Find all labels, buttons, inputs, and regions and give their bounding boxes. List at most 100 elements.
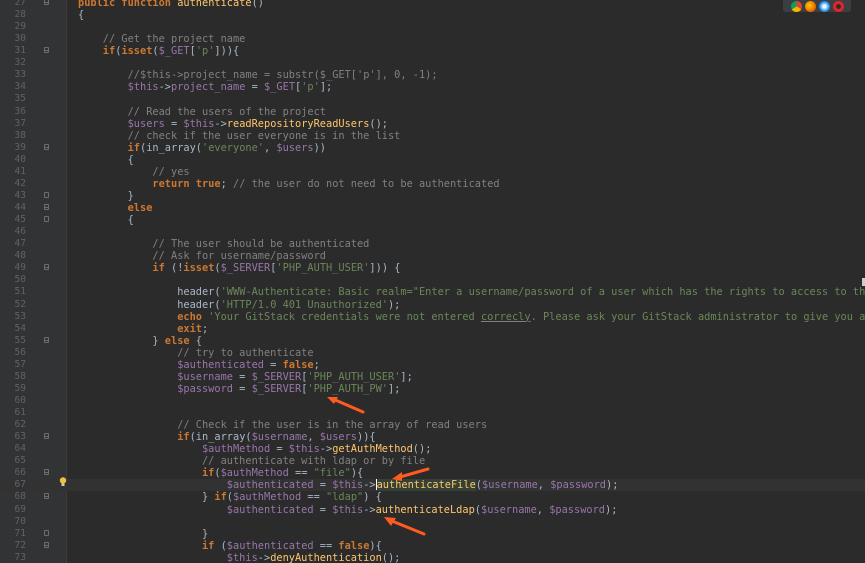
fold-toggle-icon[interactable] (44, 469, 49, 476)
code-token: $authenticated (78, 479, 314, 492)
code-line[interactable]: 62 // Check if the user is in the array … (0, 419, 865, 431)
fold-toggle-icon[interactable] (44, 493, 49, 500)
code-token: , (537, 479, 551, 492)
code-text: if($authMethod == "file"){ (78, 467, 363, 479)
code-line[interactable]: 52 header('HTTP/1.0 401 Unauthorized'); (0, 299, 865, 311)
code-editor[interactable]: 27 public function authenticate() 28 {29 30 … (0, 0, 865, 563)
safari-icon[interactable] (818, 0, 830, 12)
code-line[interactable]: 73 $this->denyAuthentication(); (0, 552, 865, 563)
code-token: $_GET (158, 45, 190, 58)
code-line[interactable]: 57 $authenticated = false; (0, 359, 865, 371)
code-line[interactable]: 31 if(isset($_GET['p'])){ (0, 45, 865, 57)
code-token: ($_GET['p'], 0, -1); (313, 69, 438, 82)
firefox-icon[interactable] (804, 0, 816, 12)
code-line[interactable]: 47 // The user should be authenticated (0, 238, 865, 250)
code-line[interactable]: 43 } (0, 190, 865, 202)
code-line[interactable]: 27 public function authenticate() (0, 0, 865, 9)
code-line[interactable]: 70 (0, 516, 865, 528)
fold-toggle-icon[interactable] (44, 191, 49, 198)
code-line[interactable]: 58 $username = $_SERVER['PHP_AUTH_USER']… (0, 371, 865, 383)
code-line[interactable]: 61 (0, 407, 865, 419)
code-line[interactable]: 72 if ($authenticated == false){ (0, 540, 865, 552)
code-line[interactable]: 35 (0, 93, 865, 105)
line-number: 56 (14, 346, 26, 358)
code-line[interactable]: 37 $users = $this->readRepositoryReadUse… (0, 118, 865, 130)
code-line[interactable]: 64 $authMethod = $this->getAuthMethod(); (0, 443, 865, 455)
code-line[interactable]: 50 (0, 274, 865, 286)
code-line[interactable]: 42 return true; // the user do not need … (0, 178, 865, 190)
code-token: $username (251, 431, 308, 444)
code-line[interactable]: 39 if(in_array('everyone', $users)) (0, 142, 865, 154)
code-line[interactable]: 65 // authenticate with ldap or by file (0, 455, 865, 467)
code-text: header('HTTP/1.0 401 Unauthorized'); (78, 299, 400, 311)
code-line[interactable]: 45 { (0, 214, 865, 226)
code-token: = (232, 382, 252, 395)
code-line[interactable]: 66 if($authMethod == "file"){ (0, 467, 865, 479)
lightbulb-icon[interactable] (59, 477, 67, 487)
code-text: $authMethod = $this->getAuthMethod(); (78, 443, 431, 455)
code-token: public function (78, 0, 178, 9)
code-token: false (282, 358, 314, 371)
code-token: ; (313, 358, 320, 371)
code-line[interactable]: 36 // Read the users of the project (0, 106, 865, 118)
code-token: } (78, 491, 215, 504)
code-token: $authenticated (226, 539, 314, 552)
fold-toggle-icon[interactable] (44, 216, 49, 223)
fold-toggle-icon[interactable] (44, 47, 49, 54)
fold-toggle-icon[interactable] (44, 204, 49, 211)
code-token: if (214, 491, 227, 504)
line-number: 37 (14, 117, 26, 129)
code-text: } (78, 190, 134, 202)
fold-toggle-icon[interactable] (44, 541, 49, 548)
fold-toggle-icon[interactable] (44, 143, 49, 150)
code-line[interactable]: 55 } else { (0, 335, 865, 347)
code-line[interactable]: 30 // Get the project name (0, 33, 865, 45)
code-line[interactable]: 53 echo 'Your GitStack credentials were … (0, 311, 865, 323)
code-line[interactable]: 33 //$this->project_name = substr($_GET[… (0, 69, 865, 81)
code-token: } (78, 189, 134, 202)
fold-toggle-icon[interactable] (44, 0, 49, 5)
code-line[interactable]: 32 (0, 57, 865, 69)
code-line[interactable]: 34 $this->project_name = $_GET['p']; (0, 81, 865, 93)
code-token: header( (78, 298, 221, 311)
code-text: echo 'Your GitStack credentials were not… (78, 311, 865, 323)
code-text: } if($authMethod == "ldap") { (78, 491, 382, 503)
fold-toggle-icon[interactable] (44, 336, 49, 343)
code-line[interactable]: 41 // yes (0, 166, 865, 178)
code-line[interactable]: 44 else (0, 202, 865, 214)
opera-icon[interactable] (832, 0, 844, 12)
code-line[interactable]: 54 exit; (0, 323, 865, 335)
line-number: 33 (14, 69, 26, 81)
code-line[interactable]: 40 { (0, 154, 865, 166)
code-token: = (245, 81, 265, 94)
code-line[interactable]: 29 (0, 21, 865, 33)
code-line[interactable]: 46 (0, 226, 865, 238)
code-line[interactable]: 60 (0, 395, 865, 407)
code-line[interactable]: 67 $authenticated = $this->authenticateF… (0, 479, 865, 492)
code-text: { (78, 9, 84, 21)
code-line[interactable]: 71 } (0, 528, 865, 540)
code-line[interactable]: 48 // Ask for username/password (0, 250, 865, 262)
code-line[interactable]: 59 $password = $_SERVER['PHP_AUTH_PW']; (0, 383, 865, 395)
code-text: { (78, 154, 134, 166)
code-text: $password = $_SERVER['PHP_AUTH_PW']; (78, 383, 400, 395)
code-text: //$this->project_name = substr($_GET['p'… (78, 69, 438, 81)
code-line[interactable]: 38 // check if the user everyone is in t… (0, 130, 865, 142)
fold-toggle-icon[interactable] (44, 529, 49, 536)
code-line[interactable]: 49 if (!isset($_SERVER['PHP_AUTH_USER'])… (0, 262, 865, 274)
code-line[interactable]: 63 if(in_array($username, $users)){ (0, 431, 865, 443)
fold-toggle-icon[interactable] (44, 433, 49, 440)
code-line[interactable]: 68 } if($authMethod == "ldap") { (0, 491, 865, 503)
code-line[interactable]: 56 // try to authenticate (0, 347, 865, 359)
code-line[interactable]: 69 $authenticated = $this->authenticateL… (0, 504, 865, 516)
code-line[interactable]: 51 header('WWW-Authenticate: Basic realm… (0, 286, 865, 298)
line-number: 45 (14, 214, 26, 226)
line-number: 54 (14, 322, 26, 334)
code-line[interactable]: 28 { (0, 9, 865, 21)
code-token: // authenticate with ldap or by file (78, 455, 426, 468)
chrome-icon[interactable] (790, 0, 802, 12)
code-text: if (!isset($_SERVER['PHP_AUTH_USER'])) { (78, 262, 400, 274)
fold-toggle-icon[interactable] (44, 264, 49, 271)
code-token: ])){ (214, 45, 240, 58)
code-token: $username (482, 479, 538, 492)
